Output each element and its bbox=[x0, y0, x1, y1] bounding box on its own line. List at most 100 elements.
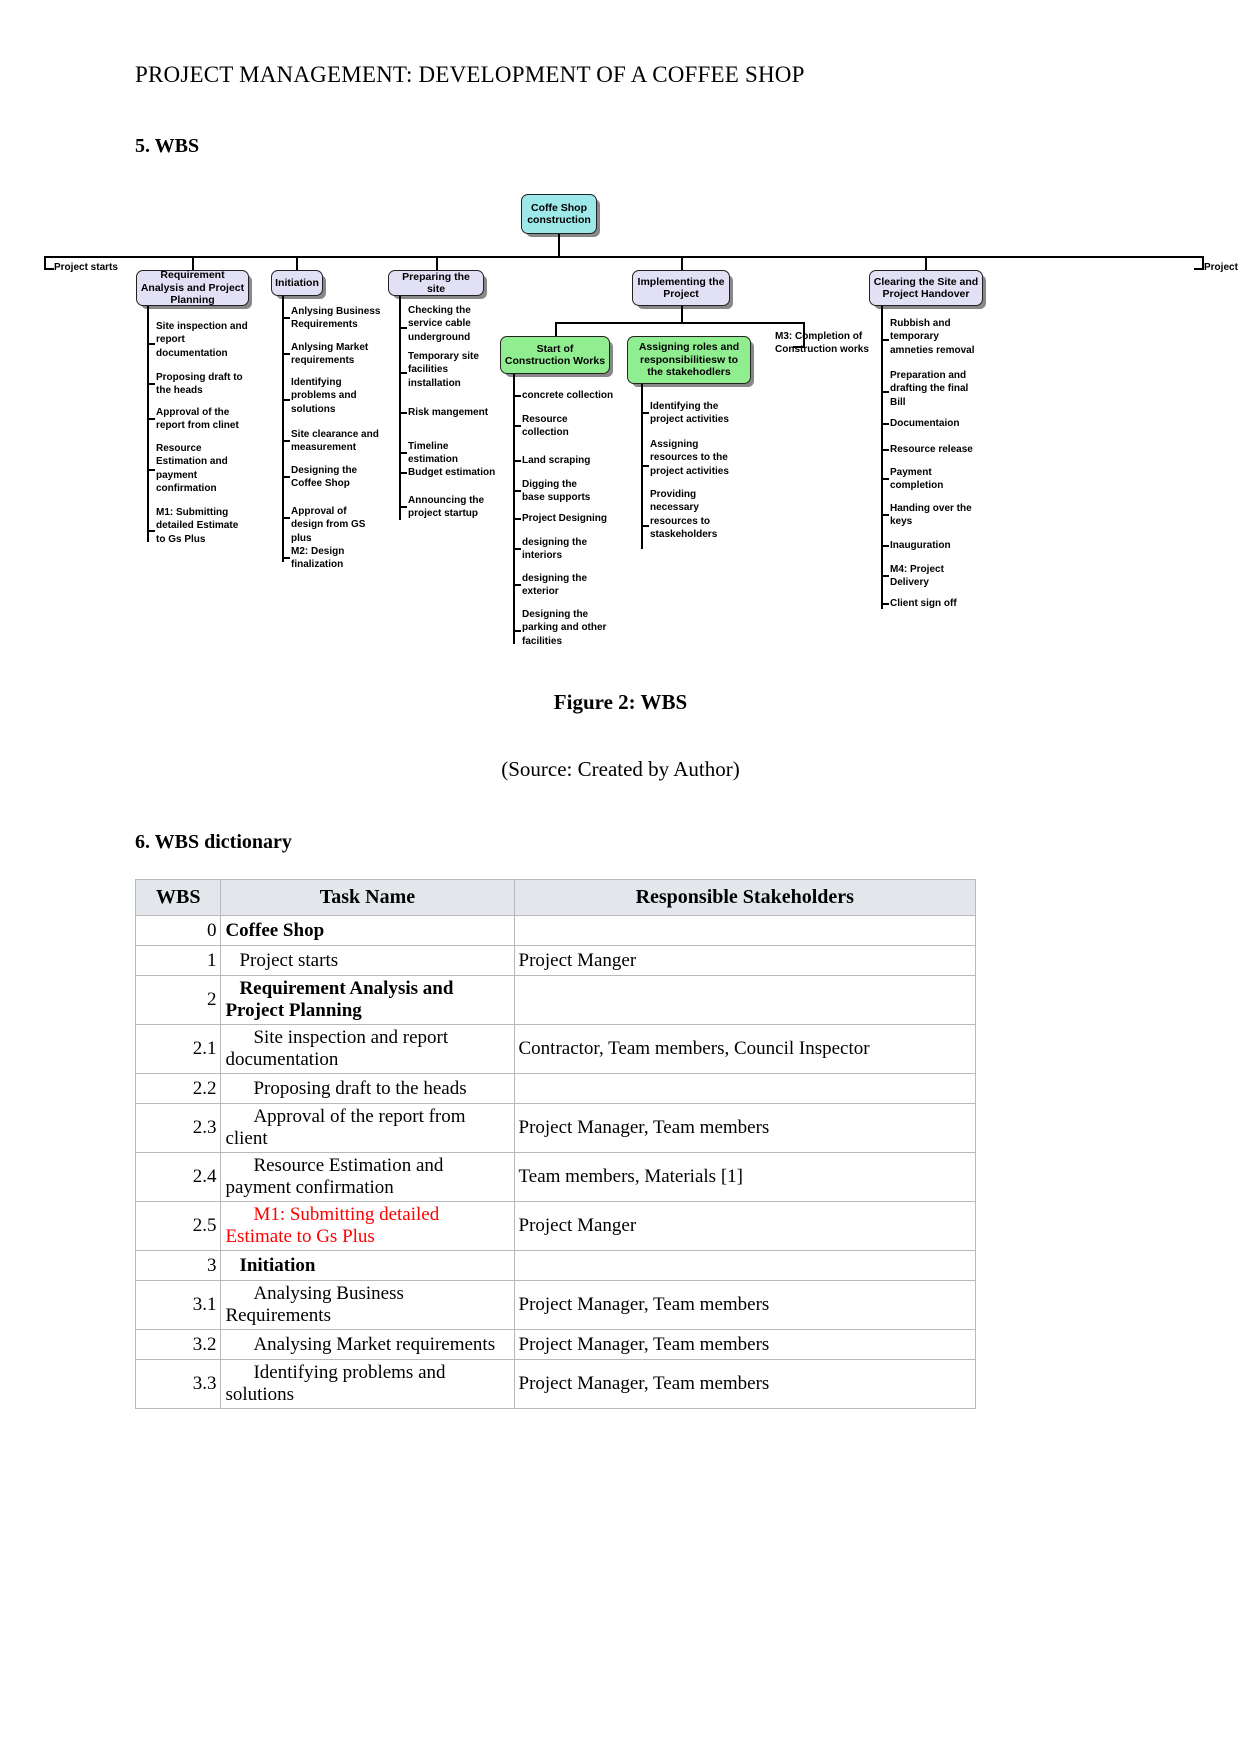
wbs-leaf-7-5: Handing over the keys bbox=[890, 503, 972, 528]
table-row: 3.3 Identifying problems and solutions Pro… bbox=[134, 1359, 976, 1409]
cell-task-name: Analysing Market requirements bbox=[220, 1329, 515, 1360]
edge-tick-3-4 bbox=[399, 472, 407, 474]
cell-stakeholders: Project Manger bbox=[513, 945, 976, 976]
edge-stem-branch-2 bbox=[296, 256, 298, 270]
cell-task-name: Approval of the report from client bbox=[220, 1103, 515, 1153]
edge-tick-5-6 bbox=[513, 584, 521, 586]
edge-tick-3-5 bbox=[399, 506, 407, 508]
table-row: 3 Initiation bbox=[134, 1250, 976, 1281]
wbs-leaf-6-1: Assigning resources to the project activ… bbox=[650, 439, 729, 477]
edge-tick-2-6 bbox=[282, 557, 290, 559]
edge-tick-7-6 bbox=[881, 545, 889, 547]
cell-stakeholders bbox=[513, 975, 976, 1025]
edge-tick-2-4 bbox=[282, 476, 290, 478]
cell-task-name: Project starts bbox=[220, 945, 515, 976]
edge-spine-branch-2 bbox=[282, 296, 284, 562]
edge-tick-7-1 bbox=[881, 391, 889, 393]
wbs-node-assigning-roles-label: Assigning roles and responsibilitiesw to… bbox=[638, 341, 740, 379]
cell-task-name: M1: Submitting detailed Estimate to Gs P… bbox=[220, 1201, 515, 1251]
wbs-diagram: Coffe Shop construction Project starts P… bbox=[0, 180, 1241, 665]
cell-stakeholders: Project Manager, Team members bbox=[513, 1280, 976, 1330]
edge-main-rail bbox=[44, 256, 1204, 258]
table-row: 2.4 Resource Estimation and payment confi… bbox=[134, 1152, 976, 1202]
edge-tick-1-0 bbox=[147, 343, 155, 345]
table-row: 2.1 Site inspection and report documentat… bbox=[134, 1024, 976, 1074]
edge-spine-branch-3 bbox=[399, 296, 401, 520]
edge-tick-5-1 bbox=[513, 425, 521, 427]
edge-spine-branch-5 bbox=[513, 374, 515, 644]
cell-stakeholders: Project Manger bbox=[513, 1201, 976, 1251]
edge-tick-7-3 bbox=[881, 449, 889, 451]
cell-stakeholders: Team members, Materials [1] bbox=[513, 1152, 976, 1202]
wbs-leaf-7-4: Payment completion bbox=[890, 467, 944, 492]
figure-caption: Figure 2: WBS bbox=[553, 690, 688, 714]
edge-tick-2-2 bbox=[282, 399, 290, 401]
edge-tick-1-4 bbox=[147, 530, 155, 532]
wbs-leaf-7-6: Inauguration bbox=[890, 540, 951, 551]
column-header-stake: Responsible Stakeholders bbox=[513, 879, 976, 916]
table-row: 0 Coffee Shop bbox=[134, 915, 976, 946]
cell-wbs: 2.2 bbox=[134, 1073, 222, 1104]
cell-wbs: 2.3 bbox=[134, 1103, 222, 1153]
cell-wbs: 3 bbox=[134, 1250, 222, 1281]
wbs-node-requirement-analysis-label: Requirement Analysis and Project Plannin… bbox=[140, 269, 245, 307]
wbs-node-clearing-site: Clearing the Site and Project Handover bbox=[869, 270, 983, 306]
wbs-leaf-3-2: Risk mangement bbox=[408, 407, 489, 418]
running-header: PROJECT MANAGEMENT: DEVELOPMENT OF A COF… bbox=[135, 62, 805, 87]
wbs-leaf-2-2: Identifying problems and solutions bbox=[291, 377, 357, 415]
edge-stem-branch-3 bbox=[436, 256, 438, 270]
wbs-leaf-7-7: M4: Project Delivery bbox=[890, 564, 944, 589]
edge-tick-7-0 bbox=[881, 339, 889, 341]
wbs-leaf-3-4: Budget estimation bbox=[408, 467, 496, 478]
table-row: 2 Requirement Analysis and Project Planni… bbox=[134, 975, 976, 1025]
wbs-leaf-7-3: Resource release bbox=[890, 444, 973, 455]
wbs-leaf-5-0: concrete collection bbox=[522, 390, 614, 401]
wbs-leaf-1-4: M1: Submitting detailed Estimate to Gs P… bbox=[156, 507, 239, 545]
edge-tick-2-3 bbox=[282, 440, 290, 442]
column-header-wbs: WBS bbox=[134, 879, 222, 916]
edge-tick-7-2 bbox=[881, 423, 889, 425]
edge-tick-6-0 bbox=[641, 412, 649, 414]
edge-tick-7-5 bbox=[881, 514, 889, 516]
cell-wbs: 0 bbox=[134, 915, 222, 946]
cell-task-name: Resource Estimation and payment confirma… bbox=[220, 1152, 515, 1202]
table-row: 2.3 Approval of the report from client Pro… bbox=[134, 1103, 976, 1153]
wbs-dictionary-table: WBS Task Name Responsible Stakeholders 0… bbox=[134, 879, 976, 1409]
wbs-leaf-5-3: Digging the base supports bbox=[522, 479, 591, 504]
edge-tick-1-1 bbox=[147, 383, 155, 385]
wbs-leaf-2-5: Approval of design from GS plus bbox=[291, 506, 366, 544]
wbs-leaf-1-2: Approval of the report from clinet bbox=[156, 407, 239, 432]
edge-tick-1-2 bbox=[147, 418, 155, 420]
table-row: 3.2 Analysing Market requirements Project … bbox=[134, 1329, 976, 1360]
figure-source: (Source: Created by Author) bbox=[501, 757, 740, 781]
wbs-leaf-3-5: Announcing the project startup bbox=[408, 495, 485, 520]
table-row: 2.2 Proposing draft to the heads bbox=[134, 1073, 976, 1104]
cell-wbs: 2 bbox=[134, 975, 222, 1025]
edge-tick-7-8 bbox=[881, 603, 889, 605]
cell-wbs: 2.4 bbox=[134, 1152, 222, 1202]
wbs-leaf-7-1: Preparation and drafting the final Bill bbox=[890, 370, 969, 408]
wbs-leaf-5-4: Project Designing bbox=[522, 513, 608, 524]
section-heading-wbs: 5. WBS bbox=[135, 135, 200, 157]
edge-impl-left-drop bbox=[555, 322, 557, 336]
wbs-leaf-1-1: Proposing draft to the heads bbox=[156, 372, 243, 397]
edge-tick-3-3 bbox=[399, 452, 407, 454]
wbs-leaf-2-4: Designing the Coffee Shop bbox=[291, 465, 358, 490]
wbs-leaf-5-6: designing the exterior bbox=[522, 573, 587, 598]
cell-wbs: 3.1 bbox=[134, 1280, 222, 1330]
edge-tick-3-2 bbox=[399, 412, 407, 414]
table-row: 2.5 M1: Submitting detailed Estimate to G… bbox=[134, 1201, 976, 1251]
wbs-node-start-construction-label: Start of Construction Works bbox=[504, 342, 606, 367]
edge-tick-7-4 bbox=[881, 478, 889, 480]
edge-tick-1-3 bbox=[147, 469, 155, 471]
cell-wbs: 2.1 bbox=[134, 1024, 222, 1074]
cell-task-name: Analysing Business Requirements bbox=[220, 1280, 515, 1330]
wbs-milestone-m3: M3: Completion of Construction works bbox=[775, 331, 869, 356]
wbs-leaf-3-3: Timeline estimation bbox=[408, 441, 459, 466]
cell-task-name: Requirement Analysis and Project Plannin… bbox=[220, 975, 515, 1025]
edge-tick-5-2 bbox=[513, 460, 521, 462]
cell-wbs: 2.5 bbox=[134, 1201, 222, 1251]
edge-spine-branch-7 bbox=[881, 306, 883, 609]
wbs-label-project-ends: Project ends bbox=[1204, 262, 1241, 273]
wbs-leaf-2-3: Site clearance and measurement bbox=[291, 429, 379, 454]
